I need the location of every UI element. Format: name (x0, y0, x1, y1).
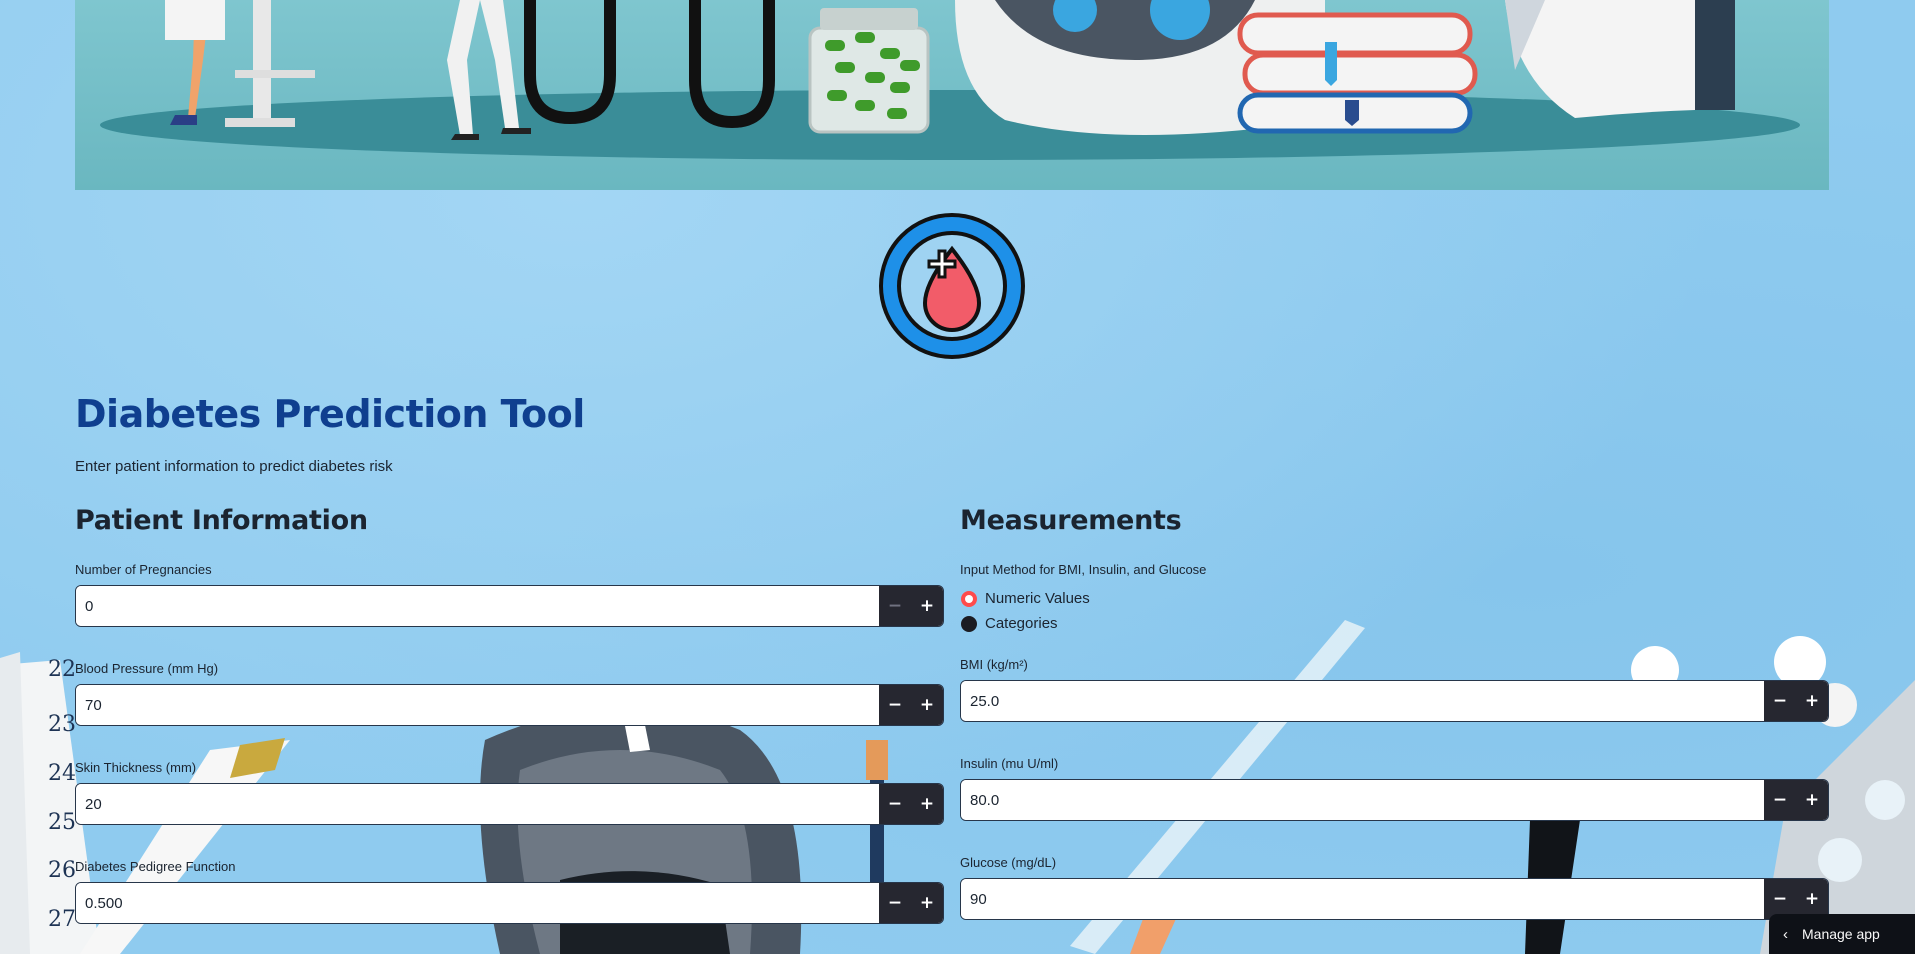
bmi-label: BMI (kg/m²) (960, 657, 1028, 672)
blood-drop-plus-icon (879, 213, 1025, 359)
radio-categories-indicator (961, 615, 977, 632)
glucose-increment-button[interactable]: + (1796, 879, 1828, 919)
skin-thickness-label: Skin Thickness (mm) (75, 760, 197, 775)
bmi-input-group: − + (960, 680, 1829, 722)
radio-categories[interactable]: Categories (961, 615, 1058, 632)
manage-app-label: Manage app (1802, 926, 1880, 942)
skin-thickness-input[interactable] (76, 784, 879, 824)
radio-numeric-values-label: Numeric Values (985, 590, 1090, 607)
chevron-left-icon: ‹ (1783, 925, 1788, 943)
blood-pressure-input-group: − + (75, 684, 944, 726)
svg-text:26: 26 (48, 858, 76, 883)
insulin-input-group: − + (960, 779, 1829, 821)
banner-illustration (165, 0, 1735, 140)
blood-pressure-increment-button[interactable]: + (911, 685, 943, 725)
header-banner-image (75, 0, 1829, 190)
pedigree-label: Diabetes Pedigree Function (75, 859, 236, 874)
insulin-label: Insulin (mu U/ml) (960, 756, 1059, 771)
blood-pressure-input[interactable] (76, 685, 879, 725)
radio-numeric-values[interactable]: Numeric Values (961, 590, 1090, 607)
svg-text:23: 23 (48, 712, 76, 737)
radio-numeric-values-indicator (961, 590, 977, 607)
pregnancies-increment-button[interactable]: + (911, 586, 943, 626)
skin-thickness-decrement-button[interactable]: − (879, 784, 911, 824)
blood-pressure-decrement-button[interactable]: − (879, 685, 911, 725)
radio-categories-label: Categories (985, 615, 1058, 632)
glucose-decrement-button[interactable]: − (1764, 879, 1796, 919)
insulin-increment-button[interactable]: + (1796, 780, 1828, 820)
bmi-decrement-button[interactable]: − (1764, 681, 1796, 721)
glucose-label: Glucose (mg/dL) (960, 855, 1057, 870)
page-subtitle: Enter patient information to predict dia… (75, 458, 393, 475)
bmi-increment-button[interactable]: + (1796, 681, 1828, 721)
page-title: Diabetes Prediction Tool (75, 392, 585, 436)
patient-info-heading: Patient Information (75, 505, 368, 536)
svg-text:24: 24 (48, 761, 76, 786)
glucose-input-group: − + (960, 878, 1829, 920)
svg-text:22: 22 (48, 657, 76, 682)
blood-pressure-label: Blood Pressure (mm Hg) (75, 661, 219, 676)
svg-text:27: 27 (48, 907, 76, 932)
skin-thickness-increment-button[interactable]: + (911, 784, 943, 824)
pregnancies-label: Number of Pregnancies (75, 562, 212, 577)
insulin-input[interactable] (961, 780, 1764, 820)
measurements-heading: Measurements (960, 505, 1182, 536)
pedigree-input-group: − + (75, 882, 944, 924)
skin-thickness-input-group: − + (75, 783, 944, 825)
manage-app-button[interactable]: ‹ Manage app (1769, 914, 1915, 954)
svg-text:25: 25 (48, 810, 76, 835)
glucose-input[interactable] (961, 879, 1764, 919)
bmi-input[interactable] (961, 681, 1764, 721)
pregnancies-decrement-button[interactable]: − (879, 586, 911, 626)
insulin-decrement-button[interactable]: − (1764, 780, 1796, 820)
input-method-label: Input Method for BMI, Insulin, and Gluco… (960, 562, 1207, 577)
pedigree-increment-button[interactable]: + (911, 883, 943, 923)
pedigree-decrement-button[interactable]: − (879, 883, 911, 923)
pedigree-input[interactable] (76, 883, 879, 923)
pregnancies-input[interactable] (76, 586, 879, 626)
pregnancies-input-group: − + (75, 585, 944, 627)
